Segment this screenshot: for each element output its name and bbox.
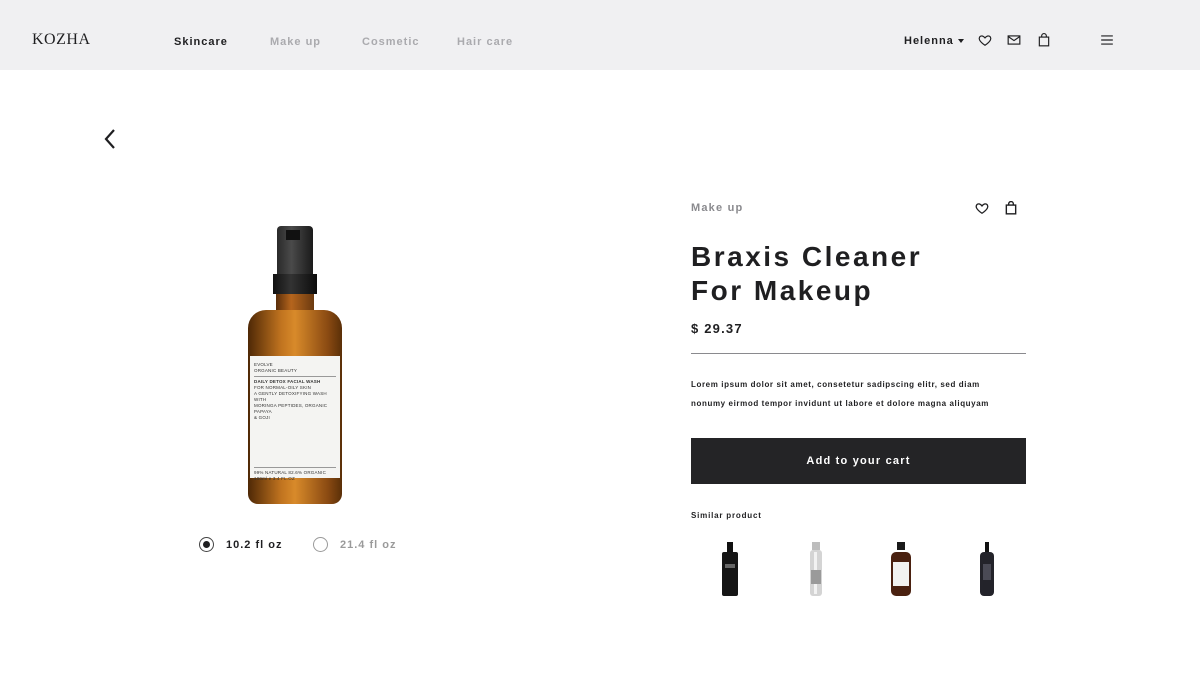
nav-item-cosmetic[interactable]: Cosmetic: [362, 36, 420, 48]
similar-product-2[interactable]: [804, 540, 828, 598]
size-label: 21.4 fl oz: [340, 538, 397, 551]
brand-logo[interactable]: KOZHA: [32, 31, 91, 49]
nav-item-hair-care[interactable]: Hair care: [457, 36, 513, 48]
back-arrow-icon[interactable]: [102, 128, 118, 150]
add-to-cart-button[interactable]: Add to your cart: [691, 438, 1026, 484]
bottle-label: EVOLVE ORGANIC BEAUTY DAILY DETOX FACIAL…: [250, 356, 340, 481]
similar-product-4[interactable]: [975, 540, 999, 598]
amber-bottle-icon: [891, 542, 911, 596]
similar-product-1[interactable]: [718, 540, 742, 598]
size-option-small[interactable]: 10.2 fl oz: [199, 537, 282, 552]
product-price: $ 29.37: [691, 321, 743, 336]
radio-selected[interactable]: [199, 537, 214, 552]
product-title: Braxis Cleaner For Makeup: [691, 241, 923, 306]
similar-product-3[interactable]: [889, 540, 913, 598]
similar-products-heading: Similar product: [691, 511, 762, 520]
dark-spray-icon: [980, 542, 994, 596]
nav-item-skincare[interactable]: Skincare: [174, 36, 228, 48]
product-category[interactable]: Make up: [691, 202, 743, 214]
mail-icon[interactable]: [1007, 33, 1021, 47]
divider: [691, 353, 1026, 354]
bag-icon[interactable]: [1037, 33, 1051, 47]
size-option-large[interactable]: 21.4 fl oz: [313, 537, 396, 552]
wishlist-heart-icon[interactable]: [975, 201, 989, 215]
product-description: Lorem ipsum dolor sit amet, consetetur s…: [691, 380, 989, 408]
user-name: Helenna: [904, 35, 954, 47]
silver-spray-icon: [810, 542, 822, 596]
product-image: EVOLVE ORGANIC BEAUTY DAILY DETOX FACIAL…: [248, 226, 342, 504]
nav-item-make-up[interactable]: Make up: [270, 36, 321, 48]
menu-icon[interactable]: [1100, 33, 1114, 47]
add-bag-icon[interactable]: [1004, 201, 1018, 215]
heart-icon[interactable]: [978, 33, 992, 47]
chevron-down-icon: [957, 39, 964, 44]
top-header: KOZHA Skincare Make up Cosmetic Hair car…: [0, 0, 1200, 70]
black-bottle-icon: [722, 542, 738, 596]
size-label: 10.2 fl oz: [226, 538, 283, 551]
radio-unselected[interactable]: [313, 537, 328, 552]
user-menu[interactable]: Helenna: [904, 35, 964, 47]
